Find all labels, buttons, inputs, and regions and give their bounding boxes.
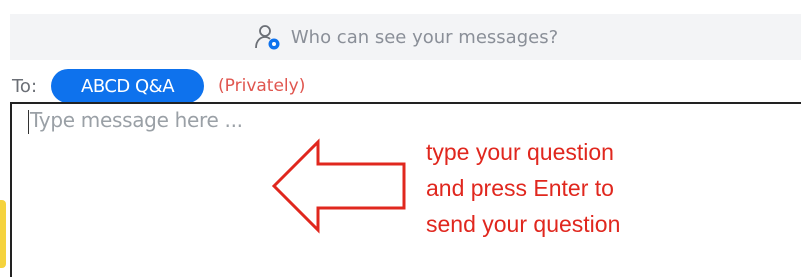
who-can-see-bar[interactable]: Who can see your messages? (10, 14, 801, 60)
annotation-line: send your question (426, 211, 621, 237)
yellow-edge-mark (0, 200, 6, 268)
who-can-see-text: Who can see your messages? (290, 26, 559, 48)
left-arrow-annotation (271, 138, 406, 234)
recipient-dropdown[interactable]: ABCD Q&A (51, 69, 205, 103)
annotation-line: and press Enter to (426, 175, 614, 201)
privacy-label: (Privately) (218, 76, 306, 96)
annotation-text: type your question and press Enter to se… (426, 134, 620, 242)
recipient-row: To: ABCD Q&A (Privately) (12, 68, 305, 104)
text-caret (28, 110, 29, 134)
to-label: To: (12, 75, 38, 97)
who-can-see-icon (254, 25, 280, 50)
annotation-line: type your question (426, 139, 614, 165)
message-placeholder: Type message here ... (30, 108, 243, 132)
